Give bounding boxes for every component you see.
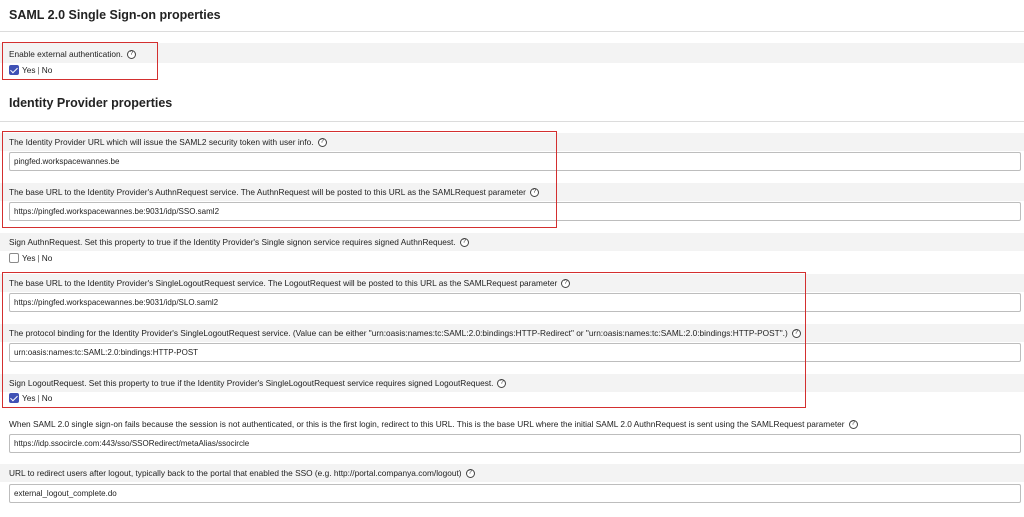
logout-request-url-label-text: The base URL to the Identity Provider's … xyxy=(9,278,558,288)
idp-url-input[interactable]: pingfed.workspacewannes.be xyxy=(9,152,1021,171)
protocol-binding-input[interactable]: urn:oasis:names:tc:SAML:2.0:bindings:HTT… xyxy=(9,343,1021,362)
sign-authn-request-option[interactable]: Yes | No xyxy=(9,253,52,263)
no-label: No xyxy=(41,65,53,75)
yes-label: Yes xyxy=(22,65,36,75)
help-icon[interactable]: ? xyxy=(791,328,801,338)
no-label: No xyxy=(41,253,53,263)
authn-request-url-label-text: The base URL to the Identity Provider's … xyxy=(9,187,526,197)
enable-external-auth-checkbox[interactable] xyxy=(9,65,19,75)
help-icon[interactable]: ? xyxy=(529,187,539,197)
enable-external-auth-row xyxy=(0,43,1024,63)
help-icon[interactable]: ? xyxy=(459,237,469,247)
help-icon[interactable]: ? xyxy=(126,49,136,59)
sign-logout-request-label: Sign LogoutRequest. Set this property to… xyxy=(9,378,507,388)
saml-section-title: SAML 2.0 Single Sign-on properties xyxy=(9,8,221,22)
authn-request-url-input[interactable]: https://pingfed.workspacewannes.be:9031/… xyxy=(9,202,1021,221)
logout-request-url-input[interactable]: https://pingfed.workspacewannes.be:9031/… xyxy=(9,293,1021,312)
option-separator: | xyxy=(37,393,40,403)
protocol-binding-label-text: The protocol binding for the Identity Pr… xyxy=(9,328,788,338)
option-separator: | xyxy=(37,65,40,75)
no-label: No xyxy=(41,393,53,403)
help-icon[interactable]: ? xyxy=(465,468,475,478)
sign-authn-request-label: Sign AuthnRequest. Set this property to … xyxy=(9,237,469,247)
logout-redirect-label: URL to redirect users after logout, typi… xyxy=(9,468,475,478)
logout-request-url-label: The base URL to the Identity Provider's … xyxy=(9,278,571,288)
yes-label: Yes xyxy=(22,253,36,263)
idp-url-label: The Identity Provider URL which will iss… xyxy=(9,137,327,147)
section-divider xyxy=(0,31,1024,32)
logout-redirect-input[interactable]: external_logout_complete.do xyxy=(9,484,1021,503)
idp-section-title: Identity Provider properties xyxy=(9,96,173,110)
yes-label: Yes xyxy=(22,393,36,403)
help-icon[interactable]: ? xyxy=(561,278,571,288)
sign-logout-request-option[interactable]: Yes | No xyxy=(9,393,52,403)
sso-fail-redirect-input[interactable]: https://idp.ssocircle.com:443/sso/SSORed… xyxy=(9,434,1021,453)
sign-authn-request-label-text: Sign AuthnRequest. Set this property to … xyxy=(9,237,456,247)
enable-external-auth-option[interactable]: Yes | No xyxy=(9,65,52,75)
logout-redirect-label-text: URL to redirect users after logout, typi… xyxy=(9,468,462,478)
section-divider xyxy=(0,121,1024,122)
sign-logout-request-checkbox[interactable] xyxy=(9,393,19,403)
protocol-binding-label: The protocol binding for the Identity Pr… xyxy=(9,328,801,338)
idp-url-label-text: The Identity Provider URL which will iss… xyxy=(9,137,314,147)
help-icon[interactable]: ? xyxy=(497,378,507,388)
help-icon[interactable]: ? xyxy=(317,137,327,147)
option-separator: | xyxy=(37,253,40,263)
authn-request-url-label: The base URL to the Identity Provider's … xyxy=(9,187,539,197)
sso-fail-redirect-label: When SAML 2.0 single sign-on fails becau… xyxy=(9,419,858,429)
enable-external-auth-label-text: Enable external authentication. xyxy=(9,49,123,59)
enable-external-auth-label: Enable external authentication. ? xyxy=(9,49,136,59)
sign-logout-request-label-text: Sign LogoutRequest. Set this property to… xyxy=(9,378,494,388)
sign-authn-request-checkbox[interactable] xyxy=(9,253,19,263)
sso-fail-redirect-label-text: When SAML 2.0 single sign-on fails becau… xyxy=(9,419,845,429)
help-icon[interactable]: ? xyxy=(848,419,858,429)
